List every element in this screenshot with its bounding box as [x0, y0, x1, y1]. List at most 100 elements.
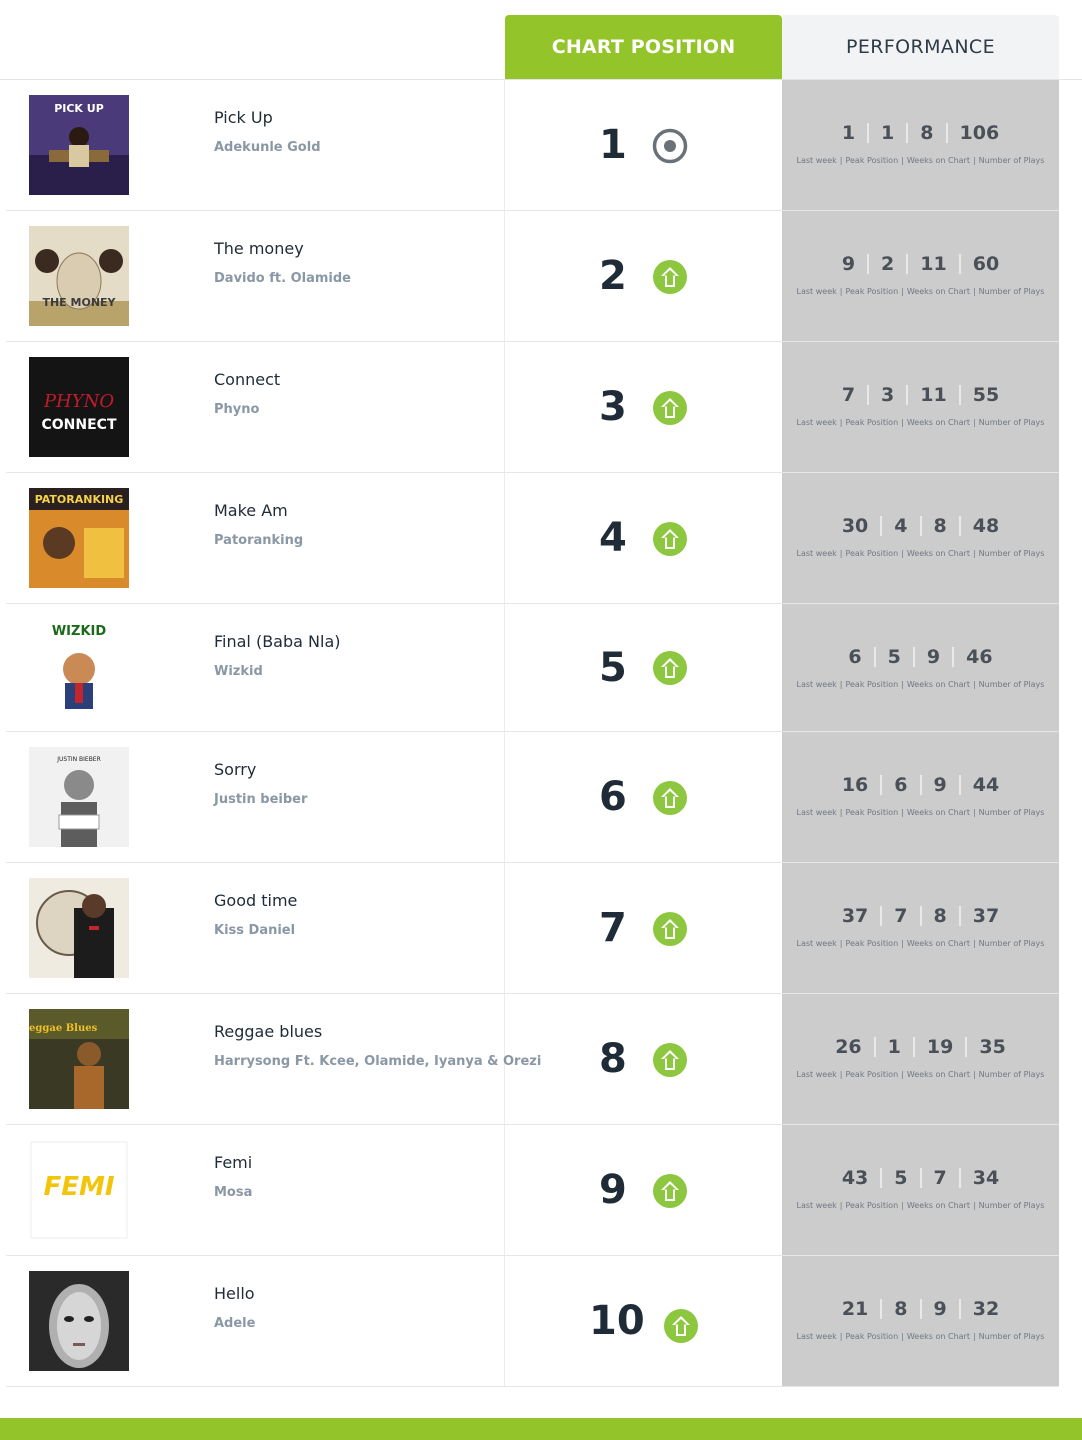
position-number: 2	[599, 253, 627, 299]
song-artist[interactable]: Phyno	[214, 402, 259, 417]
svg-text:PATORANKING: PATORANKING	[35, 493, 124, 506]
album-art-sorry[interactable]: JUSTIN BIEBER	[29, 747, 129, 847]
stat-weeks-on-chart: 8	[933, 515, 947, 537]
label-peak-position: Peak Position	[845, 1201, 899, 1210]
label-last-week: Last week	[796, 549, 837, 558]
arrow-up-icon	[652, 259, 688, 295]
chart-position-cell: 7	[505, 863, 782, 993]
performance-header: PERFORMANCE	[782, 15, 1059, 79]
stat-number-of-plays: 37	[972, 905, 1000, 927]
stat-divider	[880, 906, 883, 926]
song-title[interactable]: Reggae blues	[214, 1022, 322, 1041]
song-artist[interactable]: Justin beiber	[214, 792, 307, 807]
song-artist[interactable]: Davido ft. Olamide	[214, 271, 351, 286]
stat-peak-position: 4	[894, 515, 908, 537]
performance-stats: 7 3 11 55	[782, 382, 1059, 408]
stat-last-week: 30	[841, 515, 869, 537]
song-title[interactable]: Sorry	[214, 760, 256, 779]
album-art-reggae-blues[interactable]: Reggae Blues	[29, 1009, 129, 1109]
stat-last-week: 9	[841, 253, 856, 275]
label-peak-position: Peak Position	[845, 939, 899, 948]
chart-position-header: CHART POSITION	[505, 15, 782, 79]
chart-position-cell: 4	[505, 473, 782, 603]
stat-number-of-plays: 60	[972, 253, 1000, 275]
arrow-up-icon	[652, 521, 688, 557]
stat-number-of-plays: 106	[959, 122, 1000, 144]
position-number: 10	[589, 1298, 645, 1344]
chart-row[interactable]: THE MONEY The money Davido ft. Olamide 2…	[6, 211, 1059, 342]
label-number-of-plays: Number of Plays	[978, 1332, 1045, 1341]
song-artist[interactable]: Mosa	[214, 1185, 252, 1200]
song-title[interactable]: Good time	[214, 891, 297, 910]
stat-divider	[867, 123, 870, 143]
album-art-make-am[interactable]: PATORANKING	[29, 488, 129, 588]
stat-divider	[873, 647, 876, 667]
song-artist[interactable]: Adele	[214, 1316, 255, 1331]
album-art-femi[interactable]: FEMI	[29, 1140, 129, 1240]
song-title[interactable]: Make Am	[214, 501, 288, 520]
stat-divider	[880, 1168, 883, 1188]
stat-number-of-plays: 34	[972, 1167, 1000, 1189]
song-title[interactable]: Final (Baba Nla)	[214, 632, 341, 651]
chart-row[interactable]: PHYNO CONNECT Connect Phyno 3 7 3 11 55 …	[6, 342, 1059, 473]
svg-text:PICK UP: PICK UP	[54, 102, 104, 115]
stat-last-week: 26	[835, 1036, 862, 1058]
chart-row[interactable]: Hello Adele 10 21 8 9 32 Last week | Peak …	[6, 1256, 1059, 1387]
song-artist[interactable]: Harrysong Ft. Kcee, Olamide, Iyanya & Or…	[214, 1054, 541, 1069]
album-art-final[interactable]: WIZKID	[29, 619, 129, 719]
chart-row[interactable]: WIZKID Final (Baba Nla) Wizkid 5 6 5 9 4…	[6, 604, 1059, 732]
stat-number-of-plays: 48	[972, 515, 1000, 537]
chart-position-cell: 9	[505, 1125, 782, 1255]
performance-stats: 43 5 7 34	[782, 1165, 1059, 1191]
song-title[interactable]: Femi	[214, 1153, 252, 1172]
stat-weeks-on-chart: 9	[926, 646, 941, 668]
chart-row[interactable]: JUSTIN BIEBER Sorry Justin beiber 6 16 6…	[6, 732, 1059, 863]
chart-position-cell: 8	[505, 994, 782, 1124]
stat-divider	[958, 1168, 961, 1188]
stat-divider	[867, 385, 870, 405]
album-art-connect[interactable]: PHYNO CONNECT	[29, 357, 129, 457]
song-artist[interactable]: Wizkid	[214, 664, 263, 679]
song-title[interactable]: Connect	[214, 370, 280, 389]
stat-weeks-on-chart: 9	[933, 1298, 947, 1320]
label-last-week: Last week	[796, 939, 837, 948]
stat-labels: Last week | Peak Position | Weeks on Chart | N…	[796, 156, 1045, 165]
album-art-the-money[interactable]: THE MONEY	[29, 226, 129, 326]
album-art-pick-up[interactable]: PICK UP	[29, 95, 129, 195]
stat-divider	[919, 1168, 922, 1188]
stat-number-of-plays: 32	[972, 1298, 1000, 1320]
stat-divider	[912, 1037, 915, 1057]
song-artist[interactable]: Patoranking	[214, 533, 303, 548]
chart-row[interactable]: Good time Kiss Daniel 7 37 7 8 37 Last w…	[6, 863, 1059, 994]
stat-last-week: 1	[841, 122, 856, 144]
chart-row[interactable]: FEMI Femi Mosa 9 43 5 7 34 Last week | Pea…	[6, 1125, 1059, 1256]
stat-labels: Last week | Peak Position | Weeks on Chart | N…	[796, 1070, 1045, 1079]
song-title[interactable]: Hello	[214, 1284, 255, 1303]
stat-peak-position: 6	[894, 774, 908, 796]
footer-bar	[0, 1418, 1082, 1440]
chart-row[interactable]: PICK UP Pick Up Adekunle Gold 1 1 1 8 10…	[6, 80, 1059, 211]
stat-divider	[867, 254, 870, 274]
svg-text:Reggae Blues: Reggae Blues	[29, 1023, 98, 1034]
label-last-week: Last week	[796, 1070, 837, 1079]
position-number: 5	[599, 644, 627, 691]
song-artist[interactable]: Adekunle Gold	[214, 140, 321, 155]
label-last-week: Last week	[796, 156, 837, 165]
stat-weeks-on-chart: 11	[920, 384, 947, 406]
album-art-hello[interactable]	[29, 1271, 129, 1371]
stat-last-week: 43	[841, 1167, 869, 1189]
chart-position-cell: 3	[505, 342, 782, 472]
chart-row[interactable]: Reggae Blues Reggae blues Harrysong Ft. …	[6, 994, 1059, 1125]
chart-row[interactable]: PATORANKING Make Am Patoranking 4 30 4 8…	[6, 473, 1059, 604]
label-last-week: Last week	[796, 1332, 837, 1341]
album-art-good-time[interactable]	[29, 878, 129, 978]
label-peak-position: Peak Position	[845, 156, 899, 165]
label-last-week: Last week	[796, 418, 837, 427]
stat-divider	[958, 254, 961, 274]
label-weeks-on-chart: Weeks on Chart	[906, 680, 970, 689]
song-title[interactable]: Pick Up	[214, 108, 273, 127]
song-title[interactable]: The money	[214, 239, 304, 258]
label-weeks-on-chart: Weeks on Chart	[906, 1070, 970, 1079]
performance-cell: 21 8 9 32 Last week | Peak Position | Weeks …	[782, 1256, 1059, 1386]
song-artist[interactable]: Kiss Daniel	[214, 923, 295, 938]
